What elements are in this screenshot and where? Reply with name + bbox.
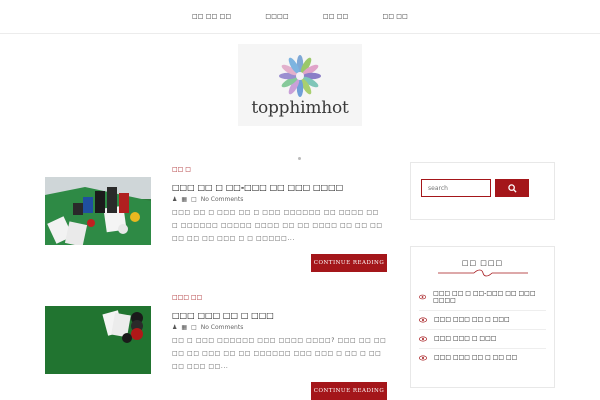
post-thumbnail[interactable] — [45, 177, 151, 245]
comments-link[interactable]: No Comments — [201, 196, 244, 203]
eye-icon — [419, 355, 427, 360]
recent-post-item[interactable]: □□□ □□ □ □□-□□□ □□ □□□ □□□□ — [419, 285, 546, 311]
post-card: □□ □ □□□ □□ □ □□-□□□ □□ □□□ □□□□ ♟ ▦ □ N… — [45, 166, 387, 272]
post-category[interactable]: □□□ □□ — [172, 294, 387, 304]
post-card: □□□ □□ □□□ □□□ □□ □ □□□ ♟ ▦ □ No Comment… — [45, 294, 387, 400]
logo-text: topphimhot — [251, 98, 349, 118]
post-meta: ♟ ▦ □ No Comments — [172, 324, 387, 331]
recent-post-label: □□□ □□□ □ □□□ — [434, 335, 497, 342]
post-body: □□ □ □□□ □□ □ □□-□□□ □□ □□□ □□□□ ♟ ▦ □ N… — [172, 166, 387, 245]
recent-post-item[interactable]: □□□ □□□ □□ □ □□□ — [419, 311, 546, 330]
comment-icon: □ — [191, 324, 197, 331]
post-body: □□□ □□ □□□ □□□ □□ □ □□□ ♟ ▦ □ No Comment… — [172, 294, 387, 373]
nav-item-1[interactable]: □□ □□ □□ — [192, 13, 231, 20]
post-excerpt: □□ □ □□□ □□□□□□ □□□ □□□□ □□□□? □□□ □□ □□… — [172, 337, 387, 370]
comment-icon: □ — [191, 196, 197, 203]
post-title[interactable]: □□□ □□□ □□ □ □□□ — [172, 310, 387, 321]
continue-reading-button[interactable]: CONTINUE READING — [311, 382, 387, 400]
top-navigation: □□ □□ □□ □□□□ □□ □□ □□ □□ — [0, 0, 600, 34]
continue-reading-button[interactable]: CONTINUE READING — [311, 254, 387, 272]
user-icon: ♟ — [172, 324, 178, 331]
recent-post-label: □□□ □□□ □□ □ □□ □□ — [434, 354, 518, 361]
eye-icon — [419, 336, 427, 341]
post-excerpt: □□□ □□ □ □□□ □□ □ □□□ □□□□□□ □□ □□□□ □□ … — [172, 209, 383, 242]
recent-post-label: □□□ □□□ □□ □ □□□ — [434, 316, 510, 323]
nav-item-4[interactable]: □□ □□ — [382, 13, 408, 20]
user-icon: ♟ — [172, 196, 178, 203]
search-icon — [507, 183, 517, 193]
post-title[interactable]: □□□ □□ □ □□-□□□ □□ □□□ □□□□ — [172, 182, 387, 193]
site-logo[interactable]: topphimhot — [238, 44, 362, 126]
divider-dot — [298, 157, 301, 160]
search-input[interactable] — [421, 179, 491, 197]
search-button[interactable] — [495, 179, 529, 197]
post-category[interactable]: □□ □ — [172, 166, 387, 176]
recent-post-item[interactable]: □□□ □□□ □ □□□ — [419, 330, 546, 349]
recent-posts-widget: □□ □□□ □□□ □□ □ □□-□□□ □□ □□□ □□□□ □□□ □… — [410, 246, 555, 388]
widget-title: □□ □□□ — [461, 259, 504, 267]
ornament-divider-icon — [437, 269, 528, 277]
flower-logo-icon — [279, 55, 321, 97]
recent-post-item[interactable]: □□□ □□□ □□ □ □□ □□ — [419, 349, 546, 367]
nav-item-3[interactable]: □□ □□ — [323, 13, 349, 20]
post-thumbnail[interactable] — [45, 306, 151, 374]
comments-link[interactable]: No Comments — [201, 324, 244, 331]
calendar-icon: ▦ — [181, 324, 188, 331]
eye-icon — [419, 317, 427, 322]
eye-icon — [419, 294, 427, 300]
recent-posts-list: □□□ □□ □ □□-□□□ □□ □□□ □□□□ □□□ □□□ □□ □… — [411, 285, 554, 367]
nav-item-2[interactable]: □□□□ — [265, 13, 288, 20]
post-meta: ♟ ▦ □ No Comments — [172, 196, 387, 203]
calendar-icon: ▦ — [181, 196, 188, 203]
search-widget — [410, 162, 555, 220]
recent-post-label: □□□ □□ □ □□-□□□ □□ □□□ □□□□ — [433, 290, 536, 304]
